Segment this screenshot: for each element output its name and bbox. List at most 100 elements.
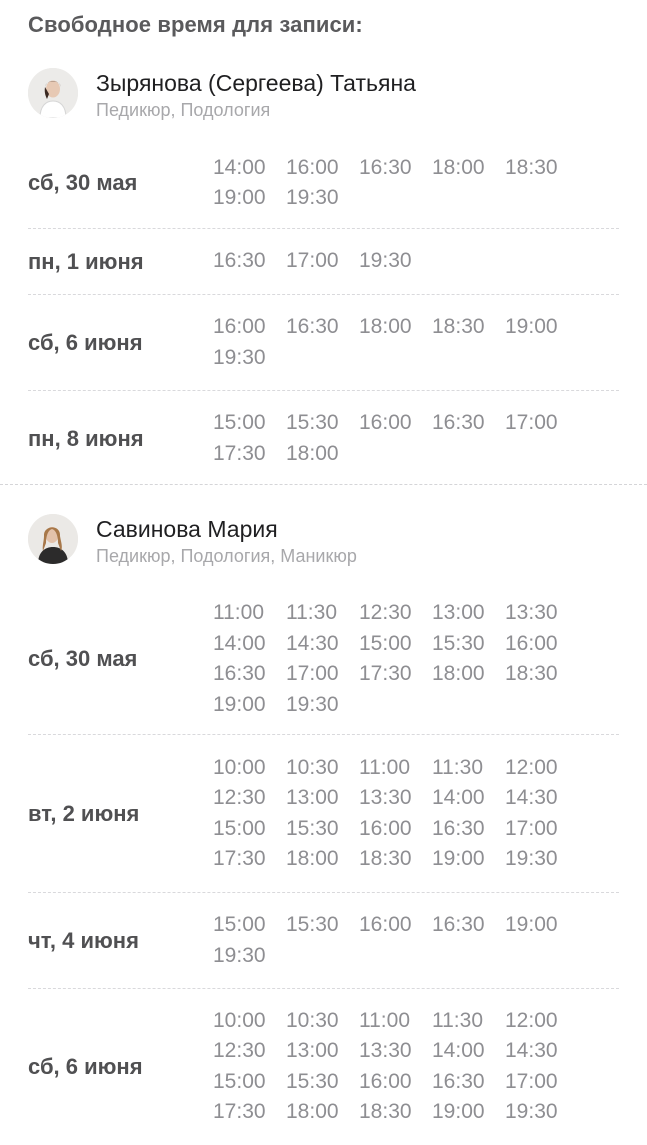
specialist-services: Педикюр, Подология, Маникюр xyxy=(96,546,357,566)
avatar xyxy=(28,68,78,118)
day-label: сб, 6 июня xyxy=(28,329,143,355)
time-slot[interactable]: 16:30 xyxy=(286,312,359,343)
time-slot[interactable]: 17:00 xyxy=(505,814,578,845)
time-slot[interactable]: 16:00 xyxy=(286,153,359,184)
time-slot[interactable]: 19:00 xyxy=(213,690,286,721)
time-slot[interactable]: 18:30 xyxy=(505,659,578,690)
time-slot[interactable]: 11:00 xyxy=(359,753,432,784)
time-slot[interactable]: 11:00 xyxy=(213,598,286,629)
time-slot[interactable]: 16:30 xyxy=(213,246,286,277)
time-slot[interactable]: 17:30 xyxy=(359,659,432,690)
time-slot[interactable]: 19:00 xyxy=(432,1097,505,1128)
time-slot[interactable]: 10:00 xyxy=(213,1006,286,1037)
time-slot[interactable]: 18:00 xyxy=(286,1097,359,1128)
time-slot[interactable]: 16:00 xyxy=(213,312,286,343)
time-slot[interactable]: 16:00 xyxy=(359,910,432,941)
time-slot[interactable]: 15:30 xyxy=(286,408,359,439)
time-slot[interactable]: 16:30 xyxy=(359,153,432,184)
time-slot[interactable]: 19:30 xyxy=(213,941,286,972)
time-slot[interactable]: 14:30 xyxy=(286,629,359,660)
time-slot[interactable]: 16:30 xyxy=(432,1067,505,1098)
time-slot[interactable]: 18:00 xyxy=(359,312,432,343)
time-slot[interactable]: 15:00 xyxy=(359,629,432,660)
time-slot[interactable]: 13:30 xyxy=(505,598,578,629)
time-slots: 15:00 15:30 16:00 16:30 17:00 17:30 18:0… xyxy=(213,408,578,469)
time-slot[interactable]: 16:00 xyxy=(359,1067,432,1098)
time-slot[interactable]: 14:00 xyxy=(432,1036,505,1067)
time-slot[interactable]: 15:30 xyxy=(286,1067,359,1098)
time-slot[interactable]: 14:00 xyxy=(213,153,286,184)
time-slot[interactable]: 19:30 xyxy=(359,246,432,277)
time-slot[interactable]: 18:30 xyxy=(359,844,432,875)
time-slot[interactable]: 15:00 xyxy=(213,1067,286,1098)
time-slot[interactable]: 11:30 xyxy=(432,1006,505,1037)
time-slot[interactable]: 12:30 xyxy=(359,598,432,629)
time-slot[interactable]: 16:30 xyxy=(213,659,286,690)
time-slot[interactable]: 13:00 xyxy=(286,783,359,814)
time-slot[interactable]: 18:00 xyxy=(286,439,359,470)
time-slot[interactable]: 17:30 xyxy=(213,439,286,470)
time-slot[interactable]: 15:30 xyxy=(432,629,505,660)
time-slot[interactable]: 16:30 xyxy=(432,910,505,941)
specialist-card: Савинова Мария Педикюр, Подология, Маник… xyxy=(0,514,647,1144)
time-slot[interactable]: 14:30 xyxy=(505,1036,578,1067)
time-slots: 10:00 10:30 11:00 11:30 12:00 12:30 13:0… xyxy=(213,1006,578,1128)
time-slot[interactable]: 15:30 xyxy=(286,910,359,941)
time-slot[interactable]: 18:30 xyxy=(505,153,578,184)
time-slot[interactable]: 12:00 xyxy=(505,1006,578,1037)
time-slot[interactable]: 10:00 xyxy=(213,753,286,784)
time-slot[interactable]: 18:30 xyxy=(432,312,505,343)
time-slot[interactable]: 19:00 xyxy=(213,183,286,214)
time-slot[interactable]: 16:00 xyxy=(505,629,578,660)
time-slot[interactable]: 17:00 xyxy=(505,408,578,439)
time-slot[interactable]: 13:00 xyxy=(286,1036,359,1067)
time-slot[interactable]: 17:00 xyxy=(505,1067,578,1098)
time-slot[interactable]: 17:00 xyxy=(286,659,359,690)
time-slot[interactable]: 16:00 xyxy=(359,408,432,439)
time-slot[interactable]: 19:30 xyxy=(286,183,359,214)
day-row: пн, 8 июня 15:00 15:30 16:00 16:30 17:00… xyxy=(28,391,619,486)
time-slot[interactable]: 19:30 xyxy=(505,844,578,875)
time-slot[interactable]: 12:30 xyxy=(213,1036,286,1067)
time-slot[interactable]: 13:30 xyxy=(359,783,432,814)
time-slot[interactable]: 15:30 xyxy=(286,814,359,845)
time-slot[interactable]: 10:30 xyxy=(286,1006,359,1037)
time-slot[interactable]: 10:30 xyxy=(286,753,359,784)
time-slot[interactable]: 14:00 xyxy=(432,783,505,814)
specialist-name[interactable]: Зырянова (Сергеева) Татьяна xyxy=(96,70,416,97)
specialist-name[interactable]: Савинова Мария xyxy=(96,516,278,543)
time-slot[interactable]: 15:00 xyxy=(213,408,286,439)
page-title: Свободное время для записи: xyxy=(28,12,363,37)
time-slot[interactable]: 14:30 xyxy=(505,783,578,814)
time-slot[interactable]: 16:30 xyxy=(432,408,505,439)
time-slot[interactable]: 12:00 xyxy=(505,753,578,784)
time-slot[interactable]: 13:00 xyxy=(432,598,505,629)
time-slot[interactable]: 11:30 xyxy=(432,753,505,784)
time-slot[interactable]: 14:00 xyxy=(213,629,286,660)
day-label: сб, 30 мая xyxy=(28,170,138,195)
time-slot[interactable]: 18:00 xyxy=(286,844,359,875)
day-label: пн, 8 июня xyxy=(28,425,144,451)
time-slot[interactable]: 19:30 xyxy=(213,343,286,374)
time-slot[interactable]: 19:30 xyxy=(286,690,359,721)
day-label: вт, 2 июня xyxy=(28,800,140,826)
time-slot[interactable]: 11:00 xyxy=(359,1006,432,1037)
time-slot[interactable]: 19:00 xyxy=(505,910,578,941)
time-slot[interactable]: 15:00 xyxy=(213,814,286,845)
time-slot[interactable]: 17:30 xyxy=(213,844,286,875)
time-slot[interactable]: 16:00 xyxy=(359,814,432,845)
time-slot[interactable]: 18:30 xyxy=(359,1097,432,1128)
time-slot[interactable]: 15:00 xyxy=(213,910,286,941)
time-slot[interactable]: 12:30 xyxy=(213,783,286,814)
time-slot[interactable]: 19:30 xyxy=(505,1097,578,1128)
time-slot[interactable]: 16:30 xyxy=(432,814,505,845)
time-slot[interactable]: 17:00 xyxy=(286,246,359,277)
time-slot[interactable]: 18:00 xyxy=(432,659,505,690)
time-slot[interactable]: 19:00 xyxy=(432,844,505,875)
time-slots: 16:00 16:30 18:00 18:30 19:00 19:30 xyxy=(213,312,578,373)
time-slot[interactable]: 17:30 xyxy=(213,1097,286,1128)
time-slot[interactable]: 11:30 xyxy=(286,598,359,629)
time-slot[interactable]: 19:00 xyxy=(505,312,578,343)
time-slot[interactable]: 13:30 xyxy=(359,1036,432,1067)
time-slot[interactable]: 18:00 xyxy=(432,153,505,184)
